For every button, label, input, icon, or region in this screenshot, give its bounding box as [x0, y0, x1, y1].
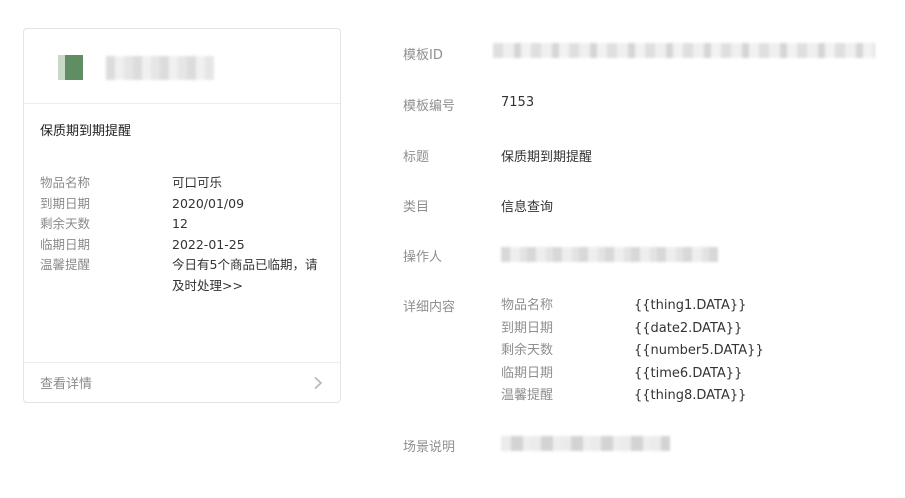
field-key: 到期日期 — [40, 195, 91, 211]
template-id-redacted — [493, 43, 875, 58]
content-field-row: 温馨提醒 {{thing8.DATA}} — [501, 385, 764, 408]
field-value: 今日有5个商品已临期，请及时处理>> — [172, 257, 318, 293]
field-key: 温馨提醒 — [40, 257, 91, 272]
template-no-label: 模板编号 — [403, 99, 456, 114]
field-value: 12 — [172, 216, 188, 231]
content-field-key: 到期日期 — [501, 320, 554, 336]
card-field-row: 温馨提醒 今日有5个商品已临期，请及时处理>> — [40, 255, 330, 296]
card-field-row: 物品名称 可口可乐 — [40, 173, 330, 194]
content-field-list: 物品名称 {{thing1.DATA}} 到期日期 {{date2.DATA}}… — [501, 295, 764, 408]
content-field-row: 剩余天数 {{number5.DATA}} — [501, 340, 764, 363]
field-key: 临期日期 — [40, 236, 91, 252]
field-key: 剩余天数 — [40, 216, 91, 231]
chevron-right-icon — [314, 376, 323, 389]
template-no-value: 7153 — [501, 95, 535, 110]
content-field-row: 临期日期 {{time6.DATA}} — [501, 363, 764, 386]
field-value: 2020/01/09 — [172, 195, 245, 211]
card-field-row: 临期日期 2022-01-25 — [40, 235, 330, 256]
card-header — [24, 29, 340, 104]
field-value: 2022-01-25 — [172, 236, 245, 252]
content-field-value: {{time6.DATA}} — [634, 365, 743, 381]
template-preview-card: 保质期到期提醒 物品名称 可口可乐 到期日期 2020/01/09 剩余天数 1… — [23, 28, 341, 403]
content-field-key: 剩余天数 — [501, 343, 554, 358]
content-label: 详细内容 — [403, 300, 456, 315]
category-label: 类目 — [403, 200, 430, 215]
view-details-link[interactable]: 查看详情 — [24, 362, 340, 402]
content-field-value: {{number5.DATA}} — [634, 343, 764, 358]
content-field-value: {{thing8.DATA}} — [634, 388, 747, 403]
card-field-list: 物品名称 可口可乐 到期日期 2020/01/09 剩余天数 12 临期日期 2… — [40, 173, 330, 296]
field-value: 可口可乐 — [172, 175, 223, 190]
card-field-row: 剩余天数 12 — [40, 214, 330, 235]
content-field-key: 物品名称 — [501, 298, 554, 313]
content-field-key: 临期日期 — [501, 365, 554, 381]
scene-redacted — [501, 436, 670, 451]
content-field-value: {{date2.DATA}} — [634, 320, 743, 336]
account-avatar — [58, 55, 83, 80]
content-field-row: 到期日期 {{date2.DATA}} — [501, 318, 764, 341]
card-field-row: 到期日期 2020/01/09 — [40, 194, 330, 215]
scene-label: 场景说明 — [403, 440, 456, 455]
operator-redacted — [501, 247, 718, 262]
template-id-label: 模板ID — [403, 48, 443, 63]
content-field-value: {{thing1.DATA}} — [634, 298, 747, 313]
title-label: 标题 — [403, 150, 430, 165]
title-value: 保质期到期提醒 — [501, 150, 593, 165]
field-key: 物品名称 — [40, 175, 91, 190]
operator-label: 操作人 — [403, 250, 443, 265]
account-name-redacted — [106, 56, 214, 80]
view-details-label: 查看详情 — [40, 377, 93, 392]
content-field-row: 物品名称 {{thing1.DATA}} — [501, 295, 764, 318]
category-value: 信息查询 — [501, 200, 554, 215]
card-title: 保质期到期提醒 — [40, 124, 132, 139]
content-field-key: 温馨提醒 — [501, 388, 554, 403]
